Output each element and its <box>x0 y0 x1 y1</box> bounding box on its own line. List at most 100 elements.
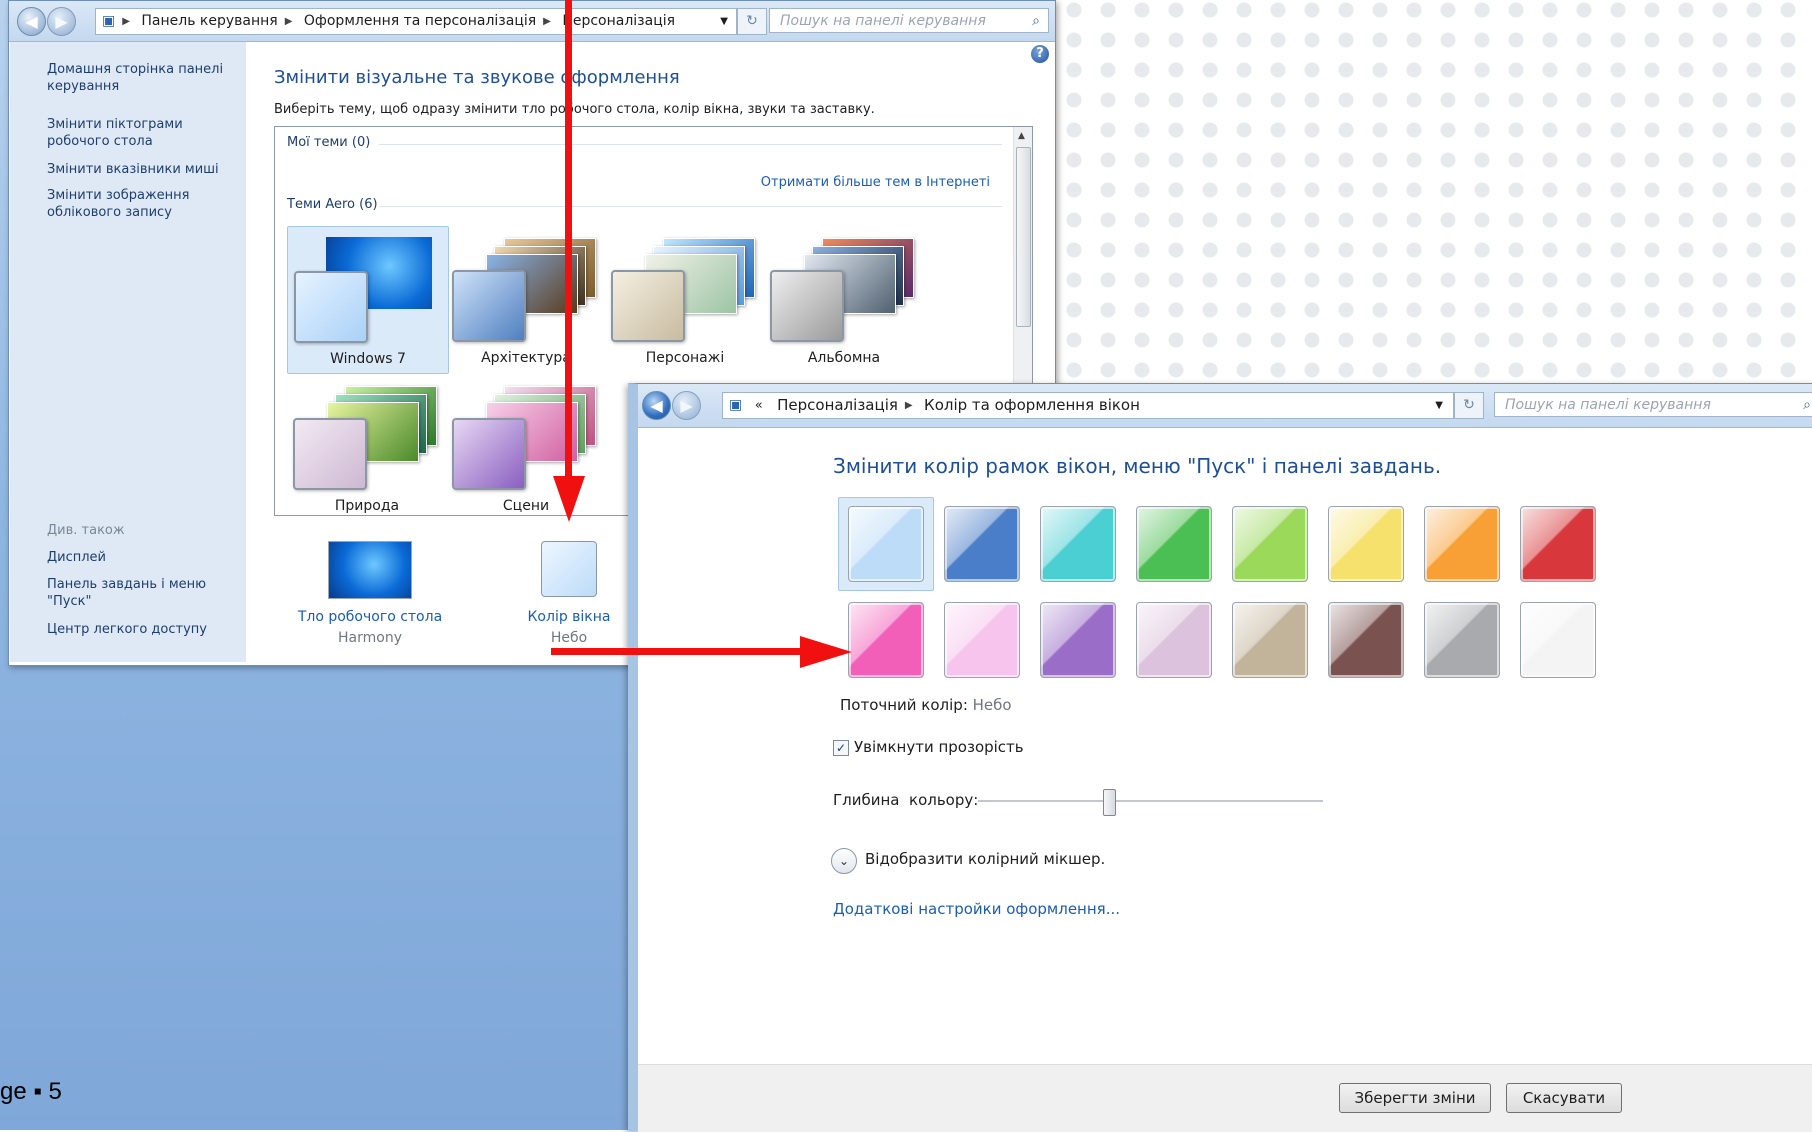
address-bar: ◀ ▶ ▣ ▶ Панель керування ▶ Оформлення та п… <box>9 1 1055 42</box>
breadcrumb-item[interactable]: Панель керування <box>141 13 277 29</box>
transparency-label[interactable]: Увімкнути прозорість <box>854 738 1024 756</box>
color-swatch[interactable] <box>1424 602 1500 678</box>
chevron-down-icon[interactable]: ▼ <box>1435 393 1443 418</box>
theme-label: Windows 7 <box>330 351 406 367</box>
theme-label: Персонажі <box>645 350 725 366</box>
annotation-arrow-line <box>551 648 806 655</box>
scroll-up-icon[interactable]: ▲ <box>1018 131 1025 141</box>
color-swatch[interactable] <box>944 506 1020 582</box>
sidebar-link-ease-of-access[interactable]: Центр легкого доступу <box>47 621 237 638</box>
color-swatch[interactable] <box>1232 506 1308 582</box>
cancel-button[interactable]: Скасувати <box>1506 1083 1622 1113</box>
decorative-dots <box>1030 0 1812 420</box>
breadcrumb[interactable]: ▣ ▶ Панель керування ▶ Оформлення та персо… <box>95 8 737 35</box>
theme-label: Природа <box>334 498 400 514</box>
help-icon[interactable]: ? <box>1031 45 1049 63</box>
theme-label: Архітектура <box>481 350 571 366</box>
window-color-value: Небо <box>550 630 588 646</box>
page-title: Змінити візуальне та звукове оформлення <box>274 67 680 88</box>
breadcrumb-item[interactable]: Оформлення та персоналізація <box>304 13 536 29</box>
current-color-label: Поточний колір: <box>840 696 968 714</box>
save-button[interactable]: Зберегти зміни <box>1339 1083 1491 1113</box>
window-color-preview <box>541 541 597 597</box>
page-description: Виберіть тему, щоб одразу змінити тло ро… <box>274 102 875 117</box>
sidebar-link-desktop-icons[interactable]: Змінити піктограми робочого стола <box>47 116 237 150</box>
theme-nature[interactable]: Природа <box>287 374 447 515</box>
control-panel-icon: ▣ <box>729 397 743 413</box>
intensity-label: Глибина кольору: <box>833 791 979 809</box>
theme-landscapes[interactable]: Альбомна <box>764 226 924 372</box>
theme-architecture[interactable]: Архітектура <box>446 226 606 372</box>
theme-color-swatch <box>452 418 526 490</box>
forward-button[interactable]: ▶ <box>672 391 701 420</box>
color-swatch[interactable] <box>1328 506 1404 582</box>
sidebar-link-account-picture[interactable]: Змінити зображення облікового запису <box>47 187 237 221</box>
theme-color-swatch <box>770 270 844 342</box>
scrollbar-thumb[interactable] <box>1016 147 1031 327</box>
color-swatch[interactable] <box>1136 506 1212 582</box>
theme-color-swatch <box>294 271 368 343</box>
control-panel-icon: ▣ <box>102 13 116 29</box>
color-mixer-toggle[interactable]: Відобразити колірний мікшер. <box>865 850 1105 868</box>
theme-label: Альбомна <box>807 350 881 366</box>
breadcrumb[interactable]: ▣ « Персоналізація ▶ Колір та оформлення … <box>722 392 1454 419</box>
refresh-icon[interactable]: ↻ <box>737 8 767 35</box>
address-bar: ◀ ▶ ▣ « Персоналізація ▶ Колір та оформле… <box>638 384 1812 428</box>
sidebar-link-display[interactable]: Дисплей <box>47 549 237 566</box>
sidebar-link-home[interactable]: Домашня сторінка панелі керування <box>47 61 237 95</box>
sidebar-link-taskbar[interactable]: Панель завдань і меню "Пуск" <box>47 576 237 610</box>
footer-bar: Зберегти зміни Скасувати <box>638 1064 1812 1132</box>
theme-color-swatch <box>293 418 367 490</box>
sidebar: Домашня сторінка панелі керування Змінит… <box>10 42 246 662</box>
forward-button[interactable]: ▶ <box>47 7 76 36</box>
color-swatch[interactable] <box>848 602 924 678</box>
sidebar-link-mouse-pointers[interactable]: Змінити вказівники миші <box>47 161 237 178</box>
search-input[interactable]: Пошук на панелі керування ⌕ <box>769 8 1049 33</box>
color-swatch[interactable] <box>1040 602 1116 678</box>
breadcrumb-item[interactable]: Персоналізація <box>777 396 898 414</box>
breadcrumb-item[interactable]: Колір та оформлення вікон <box>924 396 1140 414</box>
current-color-value: Небо <box>972 696 1012 714</box>
intensity-slider-thumb[interactable] <box>1103 789 1117 816</box>
back-button[interactable]: ◀ <box>642 391 671 420</box>
color-swatch[interactable] <box>944 602 1020 678</box>
chevron-left-icon[interactable]: « <box>755 398 763 413</box>
window-color-label[interactable]: Колір вікна <box>509 609 629 625</box>
get-more-themes-link[interactable]: Отримати більше тем в Інтернеті <box>761 175 990 190</box>
color-swatch[interactable] <box>848 506 924 582</box>
desktop-background-label[interactable]: Тло робочого стола <box>275 609 465 625</box>
color-swatch[interactable] <box>1040 506 1116 582</box>
window-color-setting[interactable]: Колір вікна Небо <box>509 541 629 646</box>
advanced-appearance-link[interactable]: Додаткові настройки оформлення... <box>833 900 1120 918</box>
annotation-arrow-head <box>553 476 585 522</box>
chevron-down-icon[interactable]: ⌄ <box>831 848 857 874</box>
desktop-background-setting[interactable]: Тло робочого стола Harmony <box>275 541 465 646</box>
divider <box>379 206 1002 207</box>
theme-characters[interactable]: Персонажі <box>605 226 765 372</box>
theme-color-swatch <box>452 270 526 342</box>
annotation-arrow-head <box>800 636 852 668</box>
search-icon: ⌕ <box>1032 13 1040 29</box>
theme-windows7[interactable]: Windows 7 <box>287 226 449 374</box>
color-swatch[interactable] <box>1520 506 1596 582</box>
refresh-icon[interactable]: ↻ <box>1454 392 1484 419</box>
color-swatch[interactable] <box>1424 506 1500 582</box>
intensity-slider-track[interactable] <box>978 800 1323 803</box>
aero-themes-heading: Теми Aero (6) <box>287 197 378 212</box>
page-title: Змінити колір рамок вікон, меню "Пуск" і… <box>833 454 1442 478</box>
search-input[interactable]: Пошук на панелі керування ⌕ <box>1494 392 1812 417</box>
color-swatch[interactable] <box>1328 602 1404 678</box>
chevron-down-icon[interactable]: ▼ <box>720 9 728 34</box>
color-swatch[interactable] <box>1136 602 1212 678</box>
color-swatch[interactable] <box>1232 602 1308 678</box>
my-themes-heading: Мої теми (0) <box>287 135 371 150</box>
see-also-heading: Див. також <box>47 523 125 538</box>
color-swatch[interactable] <box>1520 602 1596 678</box>
annotation-arrow-line <box>565 0 572 482</box>
transparency-checkbox[interactable]: ✓ <box>833 740 849 756</box>
desktop-background-preview <box>328 541 412 599</box>
back-button[interactable]: ◀ <box>17 7 46 36</box>
desktop-background-value: Harmony <box>338 630 402 646</box>
search-icon: ⌕ <box>1803 397 1811 413</box>
breadcrumb-item[interactable]: Персоналізація <box>562 13 675 29</box>
